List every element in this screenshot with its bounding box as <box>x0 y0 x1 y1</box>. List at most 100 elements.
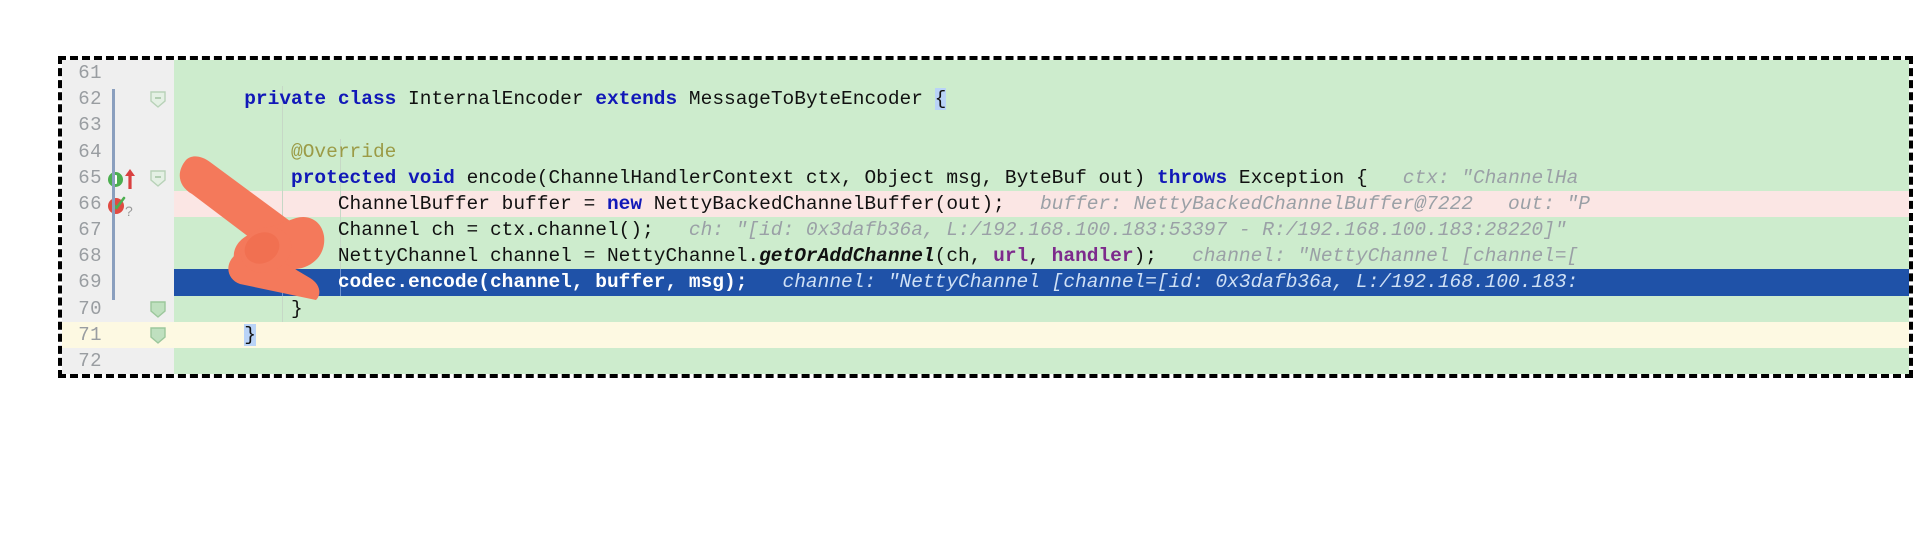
fold-gutter[interactable] <box>144 164 174 191</box>
code-line-content[interactable]: ChannelBuffer buffer = new NettyBackedCh… <box>174 190 1909 218</box>
code-line-content[interactable]: codec.encode(channel, buffer, msg); chan… <box>174 269 1909 296</box>
code-line-content[interactable]: @Override <box>174 138 1909 165</box>
breakpoint-verified-icon[interactable] <box>107 195 127 215</box>
fold-gutter[interactable] <box>144 347 174 374</box>
code-token: encode(ChannelHandlerContext ctx, Object… <box>454 166 1157 189</box>
code-line-content[interactable] <box>174 112 1909 139</box>
code-token: Channel ch = ctx.channel(); <box>337 219 654 242</box>
code-token: } <box>291 297 303 320</box>
code-token: channel: "NettyChannel [channel=[ <box>1157 245 1579 268</box>
line-number: 63 <box>78 114 102 137</box>
line-number: 66 <box>78 192 102 215</box>
editor-gutter[interactable]: 69 <box>62 269 144 296</box>
gutter-icon-group[interactable] <box>106 322 140 348</box>
code-tokens: } <box>174 298 303 320</box>
code-tokens: } <box>174 323 256 346</box>
code-line[interactable]: 72 <box>62 347 1909 374</box>
code-token: ctx: "ChannelHa <box>1367 166 1579 189</box>
fold-collapse-start-icon[interactable] <box>148 91 168 109</box>
fold-gutter[interactable] <box>144 217 174 244</box>
code-token: NettyBackedChannelBuffer(out); <box>642 192 1005 215</box>
line-number: 69 <box>78 271 102 294</box>
fold-gutter[interactable] <box>144 243 174 270</box>
editor-gutter[interactable]: 64 <box>62 138 144 165</box>
line-number: 71 <box>78 323 102 346</box>
editor-gutter[interactable]: 65 <box>62 164 144 191</box>
code-token: codec.encode(channel, buffer, msg); <box>337 271 748 294</box>
code-token: ); <box>1133 245 1157 268</box>
editor-gutter[interactable]: 66? <box>62 190 144 219</box>
code-line-content[interactable] <box>174 347 1909 374</box>
code-line-content[interactable]: protected void encode(ChannelHandlerCont… <box>174 164 1909 191</box>
gutter-icon-group[interactable] <box>106 60 140 86</box>
fold-collapse-start-icon[interactable] <box>148 169 168 188</box>
code-token: class <box>337 88 397 111</box>
code-editor[interactable]: 61 62 private class InternalEncoder exten… <box>62 60 1909 374</box>
fold-gutter[interactable] <box>144 321 174 348</box>
code-line[interactable]: 62 private class InternalEncoder extends… <box>62 86 1909 113</box>
code-token: new <box>606 192 643 215</box>
editor-gutter[interactable]: 70 <box>62 295 144 322</box>
code-line[interactable]: 67 Channel ch = ctx.channel(); ch: "[id:… <box>62 217 1909 244</box>
code-tokens: protected void encode(ChannelHandlerCont… <box>174 167 1578 189</box>
line-number: 64 <box>78 140 102 163</box>
code-tokens: NettyChannel channel = NettyChannel.getO… <box>174 245 1578 267</box>
code-line[interactable]: 68 NettyChannel channel = NettyChannel.g… <box>62 243 1909 270</box>
code-line[interactable]: 70 } <box>62 295 1909 322</box>
code-token: ch: "[id: 0x3dafb36a, L:/192.168.100.183… <box>653 219 1567 242</box>
code-tokens: ChannelBuffer buffer = new NettyBackedCh… <box>174 193 1590 215</box>
code-line[interactable]: 61 <box>62 60 1909 87</box>
code-token: buffer: NettyBackedChannelBuffer@7222 ou… <box>1004 192 1590 215</box>
fold-gutter[interactable] <box>144 112 174 139</box>
code-token: url <box>993 245 1029 268</box>
code-line-content[interactable]: } <box>174 295 1909 322</box>
code-line[interactable]: 66? ChannelBuffer buffer = new NettyBack… <box>62 190 1909 219</box>
fold-gutter[interactable] <box>144 60 174 87</box>
code-tokens: private class InternalEncoder extends Me… <box>174 88 947 111</box>
code-line[interactable]: 71 } <box>62 321 1909 348</box>
fold-gutter[interactable] <box>144 86 174 113</box>
code-token: Exception { <box>1227 166 1368 189</box>
fold-gutter[interactable] <box>144 138 174 165</box>
code-line-content[interactable]: private class InternalEncoder extends Me… <box>174 86 1909 113</box>
code-line-content[interactable]: } <box>174 321 1909 348</box>
method-bracket-bar <box>112 89 115 300</box>
line-number: 70 <box>78 297 102 320</box>
code-token: extends <box>595 88 678 111</box>
code-tokens: @Override <box>174 141 396 163</box>
editor-gutter[interactable]: 62 <box>62 86 144 113</box>
fold-gutter[interactable] <box>144 190 174 218</box>
gutter-icon-group[interactable] <box>106 348 140 374</box>
code-line-content[interactable]: NettyChannel channel = NettyChannel.getO… <box>174 243 1909 270</box>
code-line[interactable]: 69 codec.encode(channel, buffer, msg); c… <box>62 269 1909 296</box>
editor-gutter[interactable]: 67 <box>62 217 144 244</box>
implementing-method-arrow-icon[interactable] <box>124 168 136 190</box>
editor-gutter[interactable]: 68 <box>62 243 144 270</box>
code-token: private <box>244 88 327 111</box>
breakpoint-overridden-method-icon[interactable] <box>108 171 123 187</box>
code-line[interactable]: 64 @Override <box>62 138 1909 165</box>
code-line[interactable]: 65 protected void encode(ChannelHandlerC… <box>62 164 1909 191</box>
code-token: handler <box>1051 245 1134 268</box>
code-token: void <box>408 166 455 189</box>
fold-collapse-end-icon[interactable] <box>148 327 168 345</box>
code-token: channel: "NettyChannel [channel=[id: 0x3… <box>747 271 1579 294</box>
code-line-content[interactable]: Channel ch = ctx.channel(); ch: "[id: 0x… <box>174 217 1909 244</box>
editor-gutter[interactable]: 61 <box>62 60 144 87</box>
editor-gutter[interactable]: 63 <box>62 112 144 139</box>
editor-gutter[interactable]: 71 <box>62 321 144 348</box>
editor-gutter[interactable]: 72 <box>62 347 144 374</box>
fold-collapse-end-icon[interactable] <box>148 300 168 319</box>
line-number: 68 <box>78 245 102 268</box>
fold-gutter[interactable] <box>144 269 174 296</box>
code-line-content[interactable] <box>174 60 1909 87</box>
code-token: ChannelBuffer buffer = <box>337 192 607 215</box>
code-token: (ch, <box>934 245 994 268</box>
code-line[interactable]: 63 <box>62 112 1909 139</box>
fold-gutter[interactable] <box>144 295 174 322</box>
code-tokens: Channel ch = ctx.channel(); ch: "[id: 0x… <box>174 219 1567 241</box>
